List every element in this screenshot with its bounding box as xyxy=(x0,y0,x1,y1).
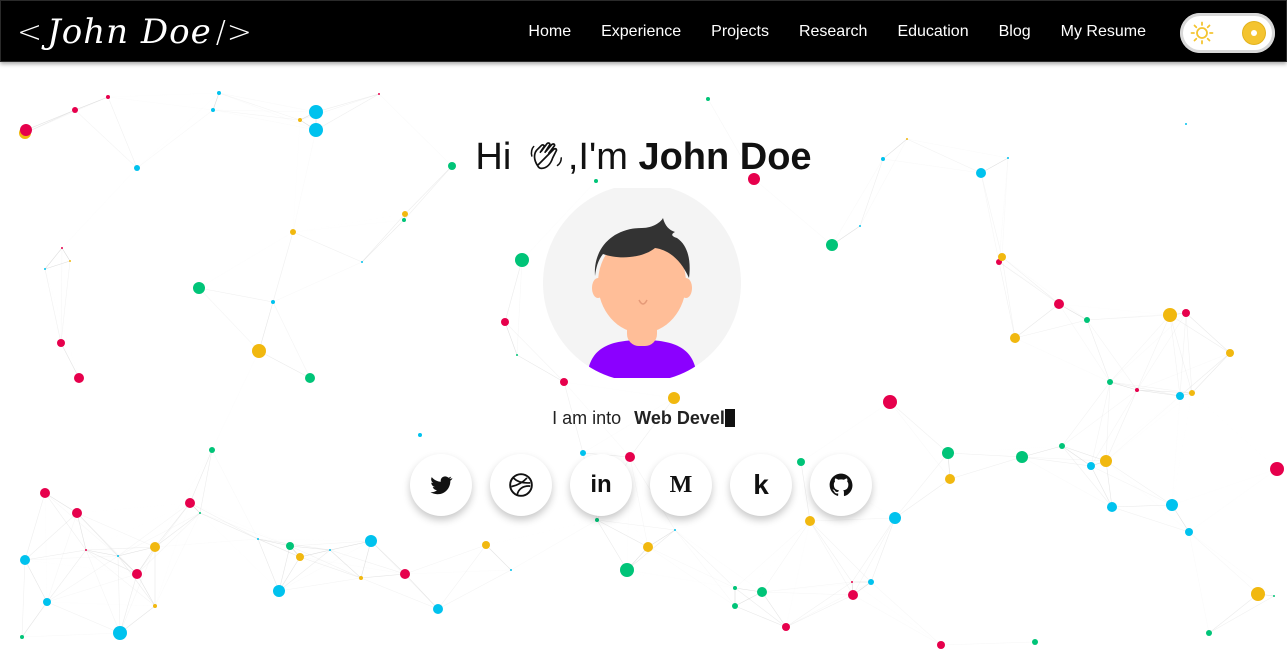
nav-link-my-resume[interactable]: My Resume xyxy=(1061,23,1146,41)
nav-links: Home Experience Projects Research Educat… xyxy=(498,1,1146,63)
social-kaggle-button[interactable]: k xyxy=(730,454,792,516)
social-links: in M k xyxy=(410,454,880,518)
github-icon xyxy=(829,473,853,497)
social-medium-button[interactable]: M xyxy=(650,454,712,516)
nav-link-experience[interactable]: Experience xyxy=(601,23,681,41)
medium-icon: M xyxy=(669,471,693,498)
sun-icon xyxy=(1190,21,1214,45)
kaggle-icon: k xyxy=(753,469,769,500)
toggle-knob[interactable] xyxy=(1243,22,1265,44)
typing-cursor xyxy=(724,409,735,427)
brand-logo[interactable]: < John Doe /> xyxy=(13,7,257,57)
greeting-im: ,I'm xyxy=(567,136,628,178)
nav-link-research[interactable]: Research xyxy=(799,23,867,41)
navbar: < John Doe /> Home Experience Projects R… xyxy=(0,0,1287,62)
avatar xyxy=(543,188,741,378)
social-github-button[interactable] xyxy=(810,454,872,516)
hero-subtitle: I am into Web Devel xyxy=(0,408,1287,429)
social-linkedin-button[interactable]: in xyxy=(570,454,632,516)
hero-section: Hi ,I'm John Doe I am into Web Devel in … xyxy=(0,62,1287,651)
typed-text: Web Devel xyxy=(634,408,725,428)
nav-link-projects[interactable]: Projects xyxy=(711,23,769,41)
twitter-icon xyxy=(430,476,453,495)
nav-link-blog[interactable]: Blog xyxy=(999,23,1031,41)
waving-hand-icon xyxy=(530,142,562,170)
nav-link-home[interactable]: Home xyxy=(528,23,571,41)
social-twitter-button[interactable] xyxy=(410,454,472,516)
nav-link-education[interactable]: Education xyxy=(897,23,968,41)
greeting-hi: Hi xyxy=(475,136,512,178)
subtitle-prefix: I am into xyxy=(552,408,622,428)
hero-greeting: Hi ,I'm John Doe xyxy=(0,136,1287,179)
linkedin-icon: in xyxy=(590,471,612,498)
social-dribbble-button[interactable] xyxy=(490,454,552,516)
theme-toggle[interactable] xyxy=(1180,13,1275,53)
brand-name: John Doe xyxy=(47,12,212,52)
brand-right-bracket: /> xyxy=(215,14,253,50)
hero-name: John Doe xyxy=(638,136,812,178)
dribbble-icon xyxy=(509,473,533,497)
brand-left-bracket: < xyxy=(17,14,44,50)
